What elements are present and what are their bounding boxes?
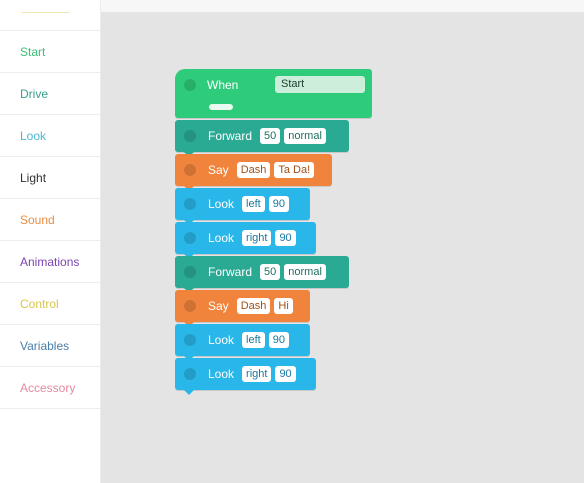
sidebar-category-start[interactable]: Start: [0, 30, 100, 72]
block-keyword: Look: [208, 367, 235, 381]
block-param-field[interactable]: left: [242, 332, 265, 348]
block-keyword: Say: [208, 299, 229, 313]
drag-handle-icon[interactable]: [209, 104, 233, 110]
block-param-field[interactable]: Dash: [236, 298, 271, 314]
sidebar-category-drive[interactable]: Drive: [0, 72, 100, 114]
block-param-field[interactable]: Hi: [274, 298, 293, 314]
block-keyword: Forward: [208, 129, 253, 143]
block-dot-icon: [184, 79, 196, 91]
sidebar-scrolled-item-edge: [22, 4, 70, 13]
block-dot-icon: [184, 300, 196, 312]
block-dot-icon: [184, 198, 196, 210]
block-dot-icon: [184, 334, 196, 346]
when-start-block[interactable]: When Start: [175, 69, 372, 118]
block-dot-icon: [184, 368, 196, 380]
sidebar-category-control[interactable]: Control: [0, 282, 100, 324]
category-sidebar: Start Drive Look Light Sound Animations Contro…: [0, 0, 101, 483]
look-block[interactable]: Look right 90: [175, 222, 316, 259]
forward-block[interactable]: Forward 50 normal: [175, 120, 349, 157]
forward-block[interactable]: Forward 50 normal: [175, 256, 349, 293]
look-block[interactable]: Look left 90: [175, 324, 310, 361]
sidebar-category-variables[interactable]: Variables: [0, 324, 100, 366]
event-field[interactable]: Start: [275, 76, 365, 93]
block-dot-icon: [184, 164, 196, 176]
say-block[interactable]: Say Dash Ta Da!: [175, 154, 332, 191]
block-param-field[interactable]: 50: [260, 128, 281, 144]
sidebar-category-look[interactable]: Look: [0, 114, 100, 156]
block-keyword: Forward: [208, 265, 253, 279]
block-dot-icon: [184, 266, 196, 278]
block-param-field[interactable]: 90: [275, 230, 296, 246]
block-param-field[interactable]: 90: [268, 196, 289, 212]
block-param-field[interactable]: right: [242, 366, 272, 382]
sidebar-category-sound[interactable]: Sound: [0, 198, 100, 240]
block-param-field[interactable]: Ta Da!: [274, 162, 315, 178]
block-param-field[interactable]: right: [242, 230, 272, 246]
block-keyword: When: [207, 78, 239, 92]
block-dot-icon: [184, 232, 196, 244]
block-keyword: Look: [208, 231, 235, 245]
look-block[interactable]: Look left 90: [175, 188, 310, 225]
block-param-field[interactable]: 90: [268, 332, 289, 348]
say-block[interactable]: Say Dash Hi: [175, 290, 310, 327]
block-keyword: Say: [208, 163, 229, 177]
block-param-field[interactable]: left: [242, 196, 265, 212]
block-param-field[interactable]: Dash: [236, 162, 271, 178]
block-keyword: Look: [208, 333, 235, 347]
sidebar-category-accessory[interactable]: Accessory: [0, 366, 100, 408]
sidebar-divider: [0, 408, 100, 409]
block-keyword: Look: [208, 197, 235, 211]
sidebar-category-animations[interactable]: Animations: [0, 240, 100, 282]
block-param-field[interactable]: 50: [260, 264, 281, 280]
block-param-field[interactable]: 90: [275, 366, 296, 382]
block-param-field[interactable]: normal: [284, 264, 326, 280]
look-block[interactable]: Look right 90: [175, 358, 316, 395]
block-param-field[interactable]: normal: [284, 128, 326, 144]
sidebar-category-light[interactable]: Light: [0, 156, 100, 198]
block-dot-icon: [184, 130, 196, 142]
